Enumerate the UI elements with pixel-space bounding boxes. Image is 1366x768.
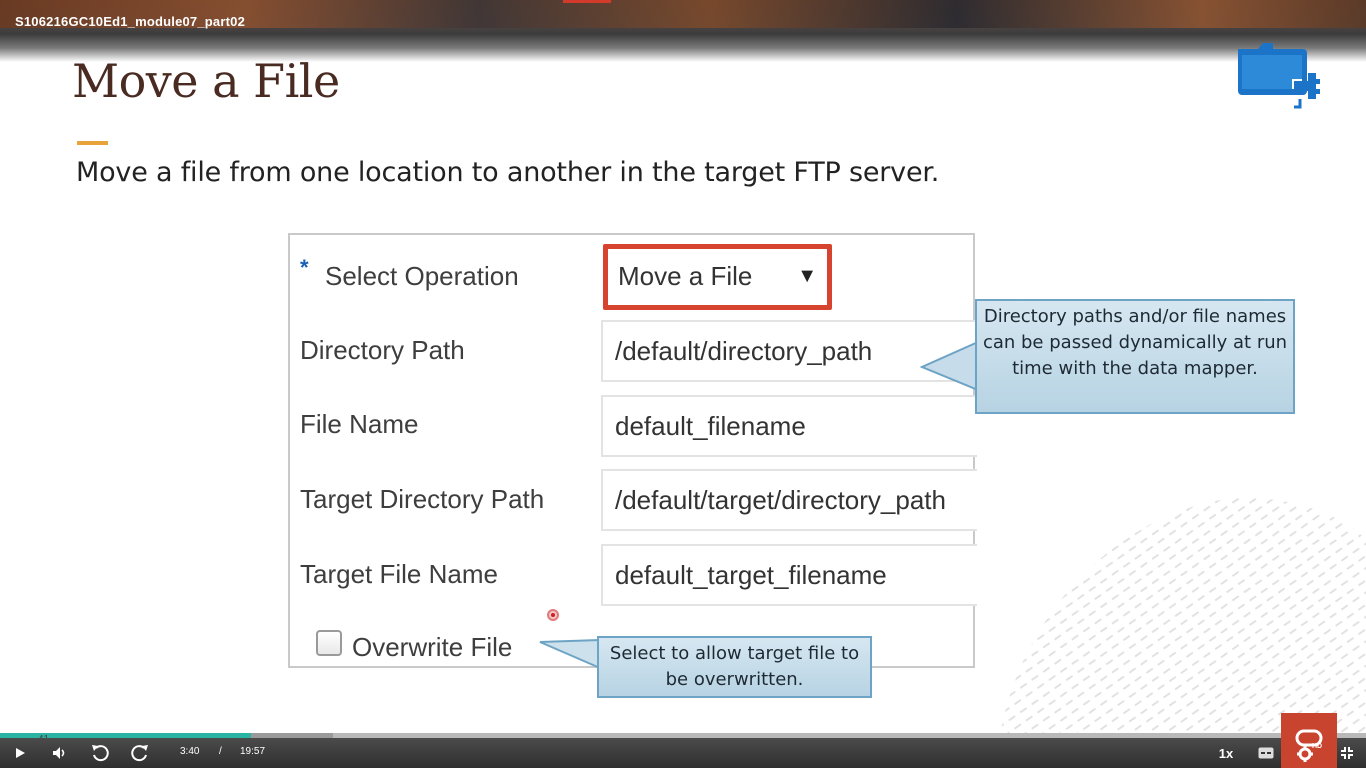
- forward-button[interactable]: [128, 738, 152, 768]
- target-file-name-input[interactable]: default_target_filename: [601, 544, 977, 606]
- adapter-configuration-panel: * Select Operation Move a File ▼ Directo…: [288, 233, 977, 668]
- rewind-icon: [92, 745, 109, 762]
- slide-subtitle: Move a file from one location to another…: [76, 157, 940, 188]
- chevron-down-icon: ▼: [797, 265, 817, 287]
- overwrite-file-checkbox[interactable]: [316, 630, 342, 656]
- current-time: 3:40: [180, 746, 200, 757]
- target-directory-path-label: Target Directory Path: [300, 484, 545, 514]
- dynamic-paths-callout: Directory paths and/or file names can be…: [975, 299, 1295, 414]
- exit-fullscreen-icon: [1341, 747, 1353, 759]
- rewind-button[interactable]: [88, 738, 112, 768]
- cursor-indicator: [547, 609, 559, 621]
- callout-pointer: [920, 340, 980, 392]
- target-file-name-label: Target File Name: [300, 559, 498, 589]
- playback-speed-button[interactable]: 1x: [1214, 738, 1238, 768]
- volume-icon: [53, 747, 65, 759]
- video-title: S106216GC10Ed1_module07_part02: [15, 14, 246, 29]
- duration: 19:57: [240, 746, 266, 757]
- select-operation-value: Move a File: [618, 261, 753, 291]
- required-marker: *: [300, 255, 309, 280]
- hd-badge: HD: [1312, 743, 1323, 750]
- ftp-adapter-icon: [1238, 43, 1320, 109]
- file-name-input[interactable]: default_filename: [601, 395, 977, 457]
- file-name-label: File Name: [300, 409, 419, 439]
- directory-path-label: Directory Path: [300, 335, 465, 365]
- target-directory-path-input[interactable]: /default/target/directory_path: [601, 469, 977, 531]
- overwrite-file-label: Overwrite File: [352, 632, 513, 662]
- time-separator: /: [219, 746, 222, 757]
- volume-button[interactable]: [48, 738, 72, 768]
- captions-icon: [1258, 747, 1274, 759]
- video-title-bar: S106216GC10Ed1_module07_part02: [0, 0, 1366, 62]
- decorative-pattern: [1000, 498, 1366, 735]
- forward-icon: [131, 745, 148, 762]
- slide-title: Move a File: [72, 54, 340, 108]
- player-control-bar: 3:40 / 19:57 1x: [0, 738, 1366, 768]
- title-accent-bar: [77, 141, 108, 145]
- banner-accent-mark: [563, 0, 611, 3]
- select-operation-dropdown[interactable]: Move a File ▼: [603, 244, 832, 310]
- play-button[interactable]: [8, 738, 32, 768]
- overwrite-callout: Select to allow target file to be overwr…: [597, 636, 872, 698]
- exit-fullscreen-button[interactable]: [1336, 738, 1358, 768]
- settings-button[interactable]: HD: [1294, 738, 1322, 768]
- play-icon: [16, 748, 25, 758]
- callout-pointer: [539, 638, 602, 670]
- select-operation-label: Select Operation: [325, 261, 519, 291]
- captions-button[interactable]: [1255, 738, 1277, 768]
